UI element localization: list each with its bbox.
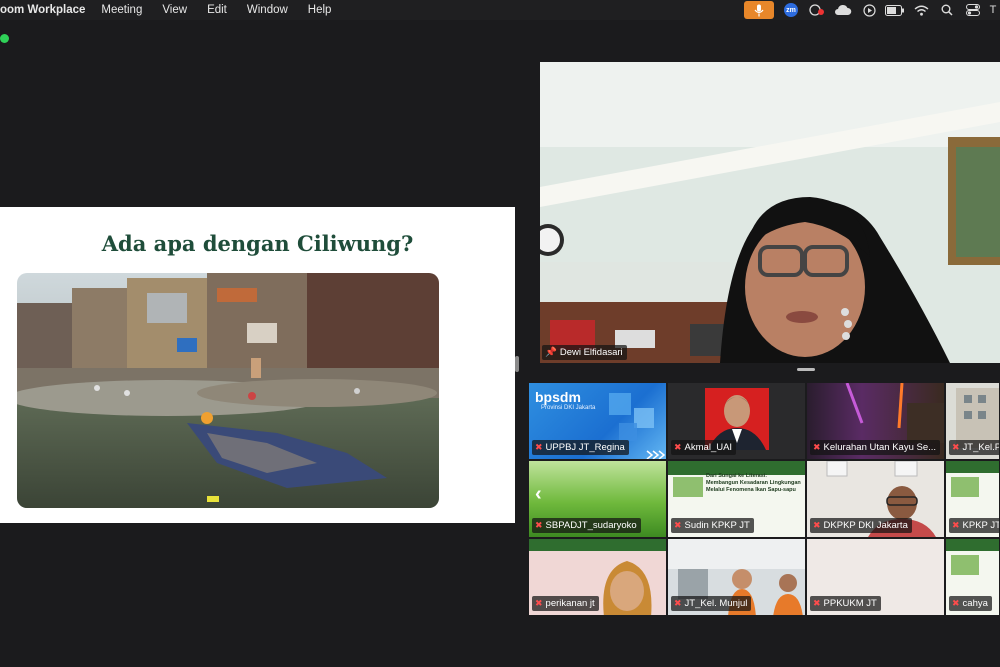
mic-muted-icon: ✖︎ — [813, 520, 821, 530]
play-icon[interactable] — [856, 0, 882, 20]
mic-muted-icon: ✖︎ — [674, 520, 682, 530]
mic-muted-icon: ✖︎ — [952, 442, 960, 452]
participant-name: KPKP JT — [962, 520, 1000, 531]
microphone-icon[interactable] — [744, 1, 774, 19]
active-indicator-dot — [0, 34, 9, 43]
participant-tile[interactable]: ✖︎ DKPKP DKI Jakarta — [806, 460, 945, 538]
participant-name: perikanan jt — [545, 598, 595, 609]
participant-name: DKPKP DKI Jakarta — [823, 520, 908, 531]
participant-name: Sudin KPKP JT — [684, 520, 750, 531]
participant-name-tag: ✖︎ JT_Kel.P — [949, 440, 1000, 455]
participant-name-tag: ✖︎ Sudin KPKP JT — [671, 518, 754, 533]
menu-view[interactable]: View — [152, 4, 197, 16]
poster-image — [951, 555, 979, 575]
speaker-video-frame — [540, 62, 1000, 363]
participant-gallery: bpsdm Provinsi DKI Jakarta ✖︎ UPPBJ JT_Re… — [528, 382, 1000, 616]
participant-tile[interactable]: bpsdm Provinsi DKI Jakarta ✖︎ UPPBJ JT_Re… — [528, 382, 667, 460]
pin-icon: 📌 — [545, 347, 557, 358]
participant-tile[interactable]: ✖︎ JT_Kel.P — [945, 382, 1000, 460]
participant-name: SBPADJT_sudaryoko — [545, 520, 637, 531]
mic-muted-icon: ✖︎ — [535, 598, 543, 608]
mic-muted-icon: ✖︎ — [813, 442, 821, 452]
meeting-stage: Ada apa dengan Ciliwung? 📌 Dewi Elfidasa… — [0, 20, 1000, 667]
poster-header — [946, 539, 999, 551]
participant-tile[interactable]: ✖︎ cahya — [945, 538, 1000, 616]
participant-tile[interactable]: ✖︎ KPKP JT — [945, 460, 1000, 538]
participant-name-tag: ✖︎ PPKUKM JT — [810, 596, 881, 611]
zoom-menu-icon[interactable]: zm — [778, 0, 804, 20]
participant-tile[interactable]: ✖︎ PPKUKM JT — [806, 538, 945, 616]
poster-header — [946, 461, 999, 473]
poster-image — [951, 477, 979, 497]
participant-tile[interactable]: ✖︎ Kelurahan Utan Kayu Se... — [806, 382, 945, 460]
participant-name: PPKUKM JT — [823, 598, 877, 609]
menu-window[interactable]: Window — [237, 4, 298, 16]
mic-muted-icon: ✖︎ — [952, 520, 960, 530]
cloud-icon[interactable] — [830, 0, 856, 20]
participant-name-tag: ✖︎ Kelurahan Utan Kayu Se... — [810, 440, 941, 455]
menu-help[interactable]: Help — [298, 4, 342, 16]
mic-muted-icon: ✖︎ — [813, 598, 821, 608]
menu-bar: oom Workplace Meeting View Edit Window H… — [0, 0, 1000, 20]
search-icon[interactable] — [934, 0, 960, 20]
poster-line: Dari Sungai ke Literasi: — [706, 473, 768, 479]
poster-line: Melalui Fenomena Ikan Sapu-sapu — [706, 487, 796, 493]
participant-name-tag: ✖︎ SBPADJT_sudaryoko — [532, 518, 641, 533]
battery-icon[interactable] — [882, 0, 908, 20]
poster-image — [673, 477, 703, 497]
participant-name-tag: ✖︎ perikanan jt — [532, 596, 599, 611]
participant-name: Kelurahan Utan Kayu Se... — [823, 442, 937, 453]
control-center-icon[interactable] — [960, 0, 986, 20]
mic-muted-icon: ✖︎ — [674, 442, 682, 452]
menubar-trailing-item[interactable]: T — [986, 0, 1000, 20]
participant-name-tag: ✖︎ JT_Kel. Munjul — [671, 596, 752, 611]
participant-name: Akmal_UAI — [684, 442, 733, 453]
participant-tile[interactable]: Dari Sungai ke Literasi: Membangun Kesad… — [667, 460, 806, 538]
participant-name: cahya — [962, 598, 988, 609]
slide-title: Ada apa dengan Ciliwung? — [101, 231, 414, 256]
screen-recording-icon[interactable] — [804, 0, 830, 20]
participant-name-tag: ✖︎ KPKP JT — [949, 518, 1000, 533]
participant-name-tag: ✖︎ DKPKP DKI Jakarta — [810, 518, 912, 533]
wifi-icon[interactable] — [908, 0, 934, 20]
participant-tile[interactable]: ✖︎ perikanan jt — [528, 538, 667, 616]
speaker-name: Dewi Elfidasari — [559, 347, 623, 358]
poster-line: Membangun Kesadaran Lingkungan — [706, 480, 801, 486]
participant-tile[interactable]: ✖︎ JT_Kel. Munjul — [667, 538, 806, 616]
mic-muted-icon: ✖︎ — [535, 442, 543, 452]
river-pollution-photo — [17, 273, 439, 508]
gallery-prev-arrow-icon[interactable]: ‹ — [535, 483, 542, 506]
participant-name-tag: ✖︎ cahya — [949, 596, 992, 611]
participant-name: UPPBJ JT_Regina — [545, 442, 625, 453]
shared-slide[interactable]: Ada apa dengan Ciliwung? — [0, 207, 515, 523]
menu-edit[interactable]: Edit — [197, 4, 237, 16]
participant-name-tag: ✖︎ UPPBJ JT_Regina — [532, 440, 629, 455]
participant-name-tag: ✖︎ Akmal_UAI — [671, 440, 737, 455]
speaker-name-tag: 📌 Dewi Elfidasari — [542, 345, 627, 360]
active-speaker-video[interactable]: 📌 Dewi Elfidasari — [540, 62, 1000, 363]
gallery-resize-handle[interactable] — [797, 368, 815, 371]
menu-meeting[interactable]: Meeting — [91, 4, 152, 16]
poster-text: Dari Sungai ke Literasi: Membangun Kesad… — [706, 473, 801, 494]
mic-muted-icon: ✖︎ — [952, 598, 960, 608]
participant-tile[interactable]: ✖︎ Akmal_UAI — [667, 382, 806, 460]
participant-name: JT_Kel. Munjul — [684, 598, 748, 609]
participant-tile[interactable]: ‹ ✖︎ SBPADJT_sudaryoko — [528, 460, 667, 538]
mic-muted-icon: ✖︎ — [535, 520, 543, 530]
panel-divider-handle[interactable] — [515, 356, 519, 372]
app-name[interactable]: oom Workplace — [0, 4, 91, 16]
participant-name: JT_Kel.P — [962, 442, 1000, 453]
mic-muted-icon: ✖︎ — [674, 598, 682, 608]
